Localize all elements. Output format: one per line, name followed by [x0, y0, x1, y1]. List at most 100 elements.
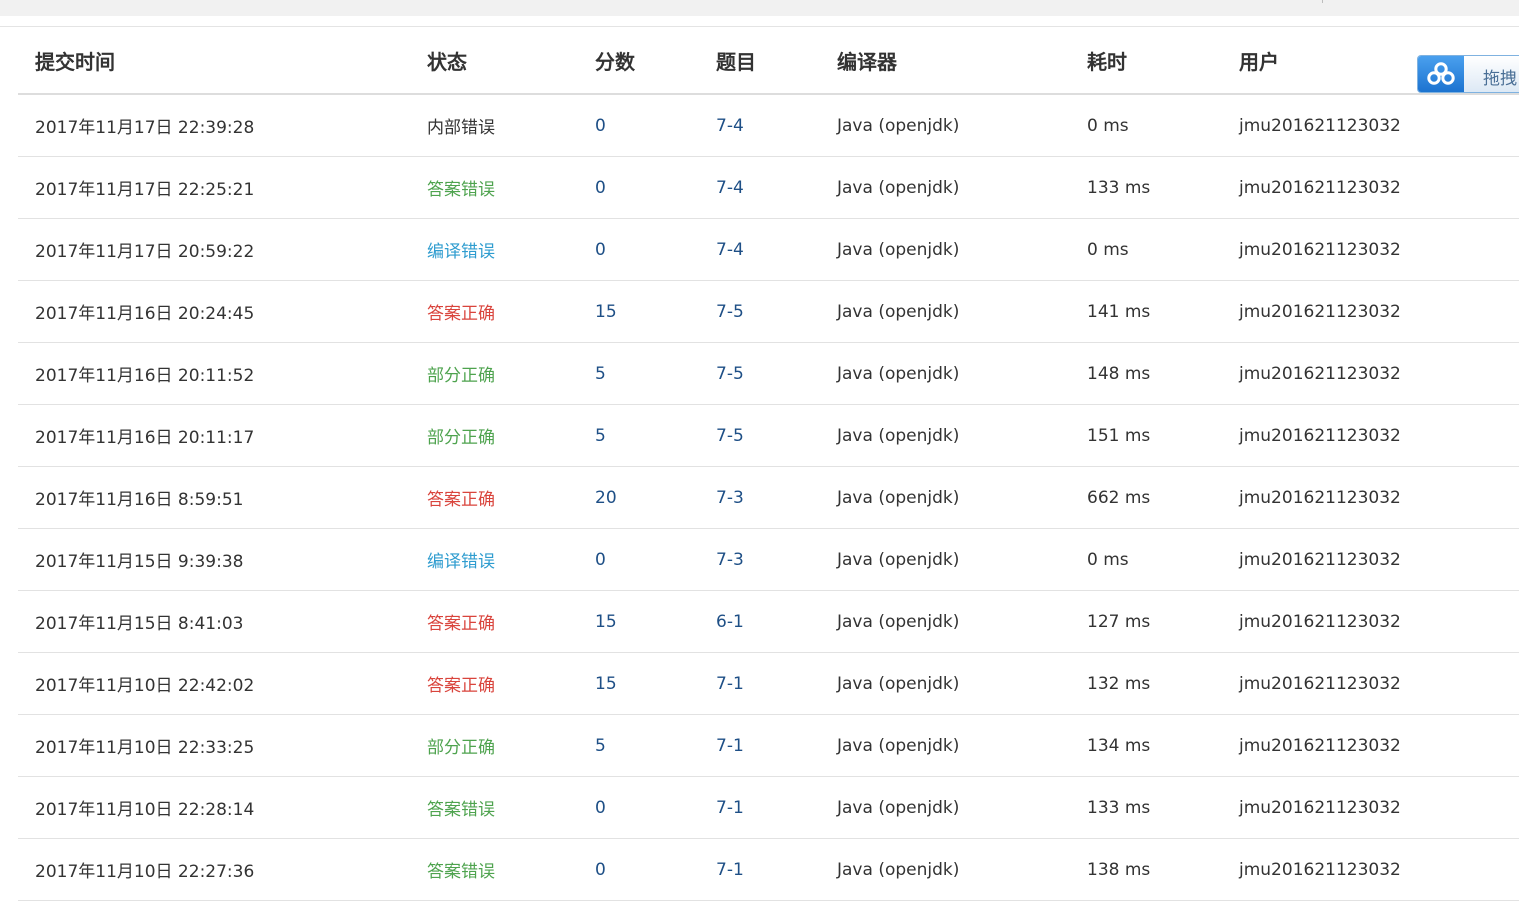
header-cost: 耗时: [1070, 28, 1222, 95]
status-cell: 部分正确: [410, 342, 578, 405]
problem-cell: 7-1: [699, 652, 820, 715]
score-cell: 15: [578, 652, 699, 715]
score-link[interactable]: 0: [595, 550, 606, 570]
problem-cell: 7-3: [699, 528, 820, 591]
score-cell: 15: [578, 590, 699, 653]
table-row: 2017年11月10日 22:42:02 答案正确 15 7-1 Java (openj…: [18, 652, 1519, 715]
compiler: Java (openjdk): [820, 404, 1070, 467]
time-cost: 134 ms: [1070, 714, 1222, 777]
time-cost: 141 ms: [1070, 280, 1222, 343]
score-link[interactable]: 15: [595, 612, 617, 632]
table-row: 2017年11月17日 22:39:28 内部错误 0 7-4 Java (openjd…: [18, 94, 1519, 157]
score-link[interactable]: 0: [595, 178, 606, 198]
status-cell: 答案正确: [410, 590, 578, 653]
score-cell: 0: [578, 94, 699, 157]
score-cell: 15: [578, 280, 699, 343]
problem-link[interactable]: 6-1: [716, 612, 744, 632]
top-bar: [0, 0, 1519, 16]
compiler: Java (openjdk): [820, 590, 1070, 653]
table-body: 2017年11月17日 22:39:28 内部错误 0 7-4 Java (openjd…: [18, 94, 1519, 901]
score-link[interactable]: 0: [595, 798, 606, 818]
problem-link[interactable]: 7-4: [716, 116, 744, 136]
time-cost: 133 ms: [1070, 156, 1222, 219]
header-compiler: 编译器: [820, 28, 1070, 95]
score-link[interactable]: 5: [595, 426, 606, 446]
submit-time: 2017年11月16日 20:11:52: [18, 342, 410, 405]
user-name: jmu201621123032: [1222, 838, 1519, 901]
status-text: 答案错误: [427, 180, 495, 200]
table-row: 2017年11月17日 22:25:21 答案错误 0 7-4 Java (openjd…: [18, 156, 1519, 219]
time-cost: 662 ms: [1070, 466, 1222, 529]
user-name: jmu201621123032: [1222, 466, 1519, 529]
problem-cell: 6-1: [699, 590, 820, 653]
status-cell: 编译错误: [410, 528, 578, 591]
compiler: Java (openjdk): [820, 714, 1070, 777]
time-cost: 151 ms: [1070, 404, 1222, 467]
problem-link[interactable]: 7-3: [716, 488, 744, 508]
table-row: 2017年11月16日 8:59:51 答案正确 20 7-3 Java (openjd…: [18, 466, 1519, 529]
table-row: 2017年11月10日 22:27:36 答案错误 0 7-1 Java (openjd…: [18, 838, 1519, 901]
problem-link[interactable]: 7-1: [716, 860, 744, 880]
score-link[interactable]: 15: [595, 302, 617, 322]
user-name: jmu201621123032: [1222, 156, 1519, 219]
time-cost: 132 ms: [1070, 652, 1222, 715]
compiler: Java (openjdk): [820, 342, 1070, 405]
problem-link[interactable]: 7-1: [716, 736, 744, 756]
score-link[interactable]: 5: [595, 736, 606, 756]
score-link[interactable]: 15: [595, 674, 617, 694]
submit-time: 2017年11月16日 20:11:17: [18, 404, 410, 467]
problem-link[interactable]: 7-5: [716, 302, 744, 322]
problem-link[interactable]: 7-5: [716, 426, 744, 446]
score-link[interactable]: 0: [595, 116, 606, 136]
status-cell: 答案错误: [410, 776, 578, 839]
drag-widget[interactable]: 拖拽: [1417, 55, 1519, 93]
submit-time: 2017年11月17日 20:59:22: [18, 218, 410, 281]
table-row: 2017年11月16日 20:11:52 部分正确 5 7-5 Java (openjd…: [18, 342, 1519, 405]
status-cell: 答案错误: [410, 838, 578, 901]
score-cell: 0: [578, 776, 699, 839]
status-text: 答案正确: [427, 490, 495, 510]
problem-link[interactable]: 7-4: [716, 178, 744, 198]
header-problem: 题目: [699, 28, 820, 95]
user-name: jmu201621123032: [1222, 404, 1519, 467]
problem-link[interactable]: 7-5: [716, 364, 744, 384]
submit-time: 2017年11月15日 8:41:03: [18, 590, 410, 653]
header-time: 提交时间: [18, 28, 410, 95]
status-cell: 部分正确: [410, 714, 578, 777]
score-link[interactable]: 5: [595, 364, 606, 384]
score-cell: 0: [578, 156, 699, 219]
status-cell: 答案正确: [410, 280, 578, 343]
problem-link[interactable]: 7-4: [716, 240, 744, 260]
score-link[interactable]: 0: [595, 860, 606, 880]
score-link[interactable]: 0: [595, 240, 606, 260]
score-cell: 5: [578, 342, 699, 405]
problem-link[interactable]: 7-1: [716, 674, 744, 694]
submit-time: 2017年11月10日 22:28:14: [18, 776, 410, 839]
user-name: jmu201621123032: [1222, 280, 1519, 343]
problem-cell: 7-3: [699, 466, 820, 529]
compiler: Java (openjdk): [820, 156, 1070, 219]
table-row: 2017年11月16日 20:11:17 部分正确 5 7-5 Java (openjd…: [18, 404, 1519, 467]
time-cost: 133 ms: [1070, 776, 1222, 839]
status-cell: 编译错误: [410, 218, 578, 281]
user-name: jmu201621123032: [1222, 94, 1519, 157]
score-cell: 5: [578, 714, 699, 777]
time-cost: 127 ms: [1070, 590, 1222, 653]
status-text: 答案正确: [427, 304, 495, 324]
compiler: Java (openjdk): [820, 652, 1070, 715]
problem-link[interactable]: 7-3: [716, 550, 744, 570]
problem-cell: 7-1: [699, 838, 820, 901]
baidu-cloud-icon: [1418, 56, 1464, 92]
problem-link[interactable]: 7-1: [716, 798, 744, 818]
score-link[interactable]: 20: [595, 488, 617, 508]
user-name: jmu201621123032: [1222, 714, 1519, 777]
top-divider: [0, 26, 1519, 27]
score-cell: 0: [578, 218, 699, 281]
status-cell: 答案错误: [410, 156, 578, 219]
table-row: 2017年11月15日 8:41:03 答案正确 15 6-1 Java (openjd…: [18, 590, 1519, 653]
submit-time: 2017年11月17日 22:25:21: [18, 156, 410, 219]
problem-cell: 7-1: [699, 776, 820, 839]
score-cell: 0: [578, 838, 699, 901]
header-row: 提交时间 状态 分数 题目 编译器 耗时 用户: [18, 28, 1519, 95]
status-text: 内部错误: [427, 118, 495, 138]
